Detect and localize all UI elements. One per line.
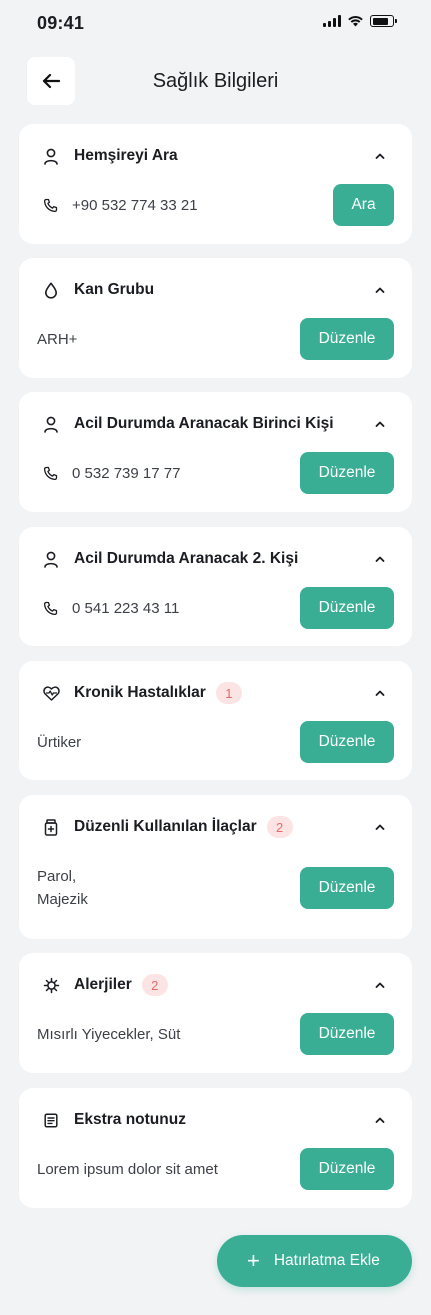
card-header[interactable]: Düzenli Kullanılan İlaçlar 2 (19, 795, 412, 859)
virus-icon (43, 977, 59, 993)
chevron-up-icon[interactable] (374, 418, 386, 430)
count-badge: 1 (215, 682, 242, 704)
card-extra-note: Ekstra notunuz Lorem ipsum dolor sit ame… (19, 1088, 412, 1208)
phone-number: 0 541 223 43 11 (72, 599, 180, 617)
phone-icon (43, 466, 57, 480)
card-body: 0 532 739 17 77 Düzenle (19, 452, 412, 494)
chevron-up-icon[interactable] (374, 821, 386, 833)
count-badge: 2 (141, 974, 168, 996)
card-title: Acil Durumda Aranacak Birinci Kişi (74, 415, 334, 432)
card-body: Parol, Majezik Düzenle (19, 855, 412, 921)
card-emergency-contact-2: Acil Durumda Aranacak 2. Kişi 0 541 223 … (19, 527, 412, 646)
card-chronic-diseases: Kronik Hastalıklar 1 Ürtiker Düzenle (19, 661, 412, 780)
edit-button[interactable]: Düzenle (300, 587, 394, 629)
card-header[interactable]: Hemşireyi Ara (19, 124, 412, 188)
edit-button[interactable]: Düzenle (300, 721, 394, 763)
card-header[interactable]: Acil Durumda Aranacak 2. Kişi (19, 527, 412, 591)
note-icon (44, 1112, 58, 1128)
medication-item: Parol, (37, 868, 77, 885)
battery-icon (370, 15, 397, 27)
edit-button[interactable]: Düzenle (300, 1013, 394, 1055)
card-body: 0 541 223 43 11 Düzenle (19, 587, 412, 629)
status-bar: 09:41 (0, 0, 431, 48)
card-medications: Düzenli Kullanılan İlaçlar 2 Parol, Maje… (19, 795, 412, 939)
allergies-value: Mısırlı Yiyecekler, Süt (37, 1025, 181, 1043)
status-time: 09:41 (37, 13, 85, 33)
card-title: Acil Durumda Aranacak 2. Kişi (74, 550, 299, 567)
phone-icon (43, 601, 57, 615)
chevron-up-icon[interactable] (374, 979, 386, 991)
card-header[interactable]: Kan Grubu (19, 258, 412, 322)
card-body: Ürtiker Düzenle (19, 721, 412, 763)
phone-icon (43, 198, 57, 212)
heart-pulse-icon (42, 685, 60, 701)
wifi-icon (348, 15, 363, 27)
edit-button[interactable]: Düzenle (300, 452, 394, 494)
medicine-icon (44, 818, 58, 836)
card-title: Düzenli Kullanılan İlaçlar (74, 818, 257, 835)
call-button[interactable]: Ara (333, 184, 394, 226)
extra-note-value: Lorem ipsum dolor sit amet (37, 1160, 218, 1178)
user-icon (44, 551, 58, 568)
user-icon (44, 416, 58, 433)
phone-number: 0 532 739 17 77 (72, 464, 181, 482)
card-header[interactable]: Alerjiler 2 (19, 953, 412, 1017)
edit-button[interactable]: Düzenle (300, 318, 394, 360)
medication-item: Majezik (37, 891, 88, 908)
card-blood-type: Kan Grubu ARH+ Düzenle (19, 258, 412, 378)
card-body: +90 532 774 33 21 Ara (19, 184, 412, 226)
add-reminder-button[interactable]: + Hatırlatma Ekle (217, 1235, 412, 1287)
card-allergies: Alerjiler 2 Mısırlı Yiyecekler, Süt Düze… (19, 953, 412, 1073)
card-title: Ekstra notunuz (74, 1111, 186, 1128)
chevron-up-icon[interactable] (374, 284, 386, 296)
count-badge: 2 (266, 816, 293, 838)
blood-type-value: ARH+ (37, 330, 78, 348)
chevron-up-icon[interactable] (374, 150, 386, 162)
card-emergency-contact-1: Acil Durumda Aranacak Birinci Kişi 0 532… (19, 392, 412, 512)
add-reminder-label: Hatırlatma Ekle (273, 1252, 380, 1269)
page-title: Sağlık Bilgileri (152, 70, 279, 92)
card-title: Kronik Hastalıklar (74, 684, 206, 701)
plus-icon: + (247, 1248, 260, 1273)
user-icon (44, 148, 58, 165)
card-body: Lorem ipsum dolor sit amet Düzenle (19, 1148, 412, 1190)
edit-button[interactable]: Düzenle (300, 867, 394, 909)
card-title: Alerjiler (74, 976, 132, 993)
chronic-diseases-value: Ürtiker (37, 733, 82, 751)
phone-number: +90 532 774 33 21 (72, 196, 198, 214)
chevron-up-icon[interactable] (374, 687, 386, 699)
card-title: Hemşireyi Ara (74, 147, 178, 164)
status-icons (323, 15, 397, 27)
card-header[interactable]: Acil Durumda Aranacak Birinci Kişi (19, 392, 412, 456)
drop-icon (45, 282, 57, 299)
card-body: ARH+ Düzenle (19, 318, 412, 360)
card-body: Mısırlı Yiyecekler, Süt Düzenle (19, 1013, 412, 1055)
card-title: Kan Grubu (74, 281, 155, 298)
signal-icon (323, 15, 341, 27)
edit-button[interactable]: Düzenle (300, 1148, 394, 1190)
medications-value: Parol, Majezik (37, 865, 300, 911)
chevron-up-icon[interactable] (374, 553, 386, 565)
card-header[interactable]: Ekstra notunuz (19, 1088, 412, 1152)
card-nurse: Hemşireyi Ara +90 532 774 33 21 Ara (19, 124, 412, 244)
chevron-up-icon[interactable] (374, 1114, 386, 1126)
card-header[interactable]: Kronik Hastalıklar 1 (19, 661, 412, 725)
